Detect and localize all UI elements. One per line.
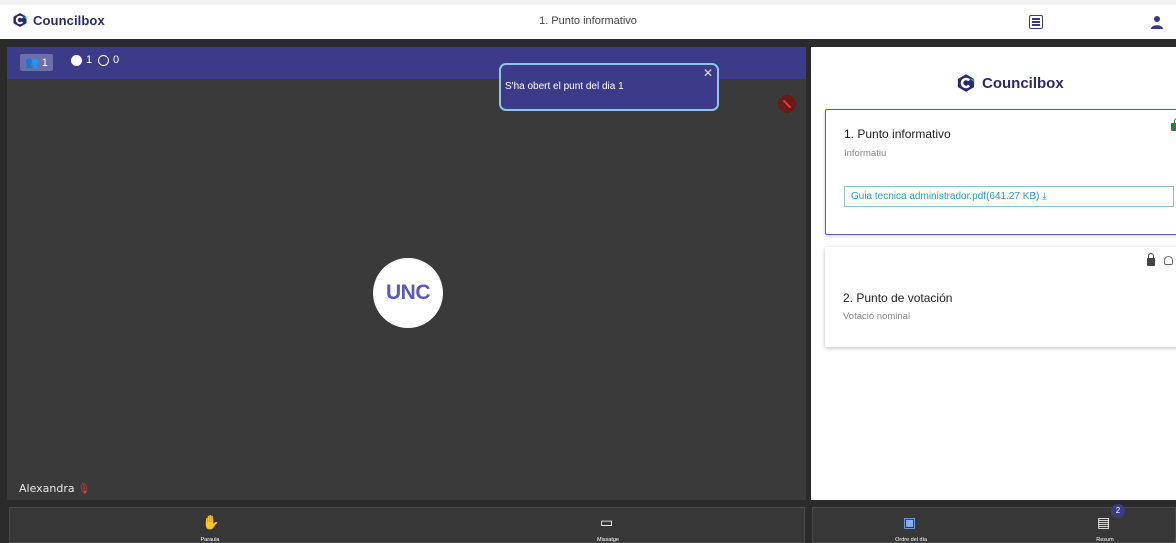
message-icon: ▭ [600,514,614,530]
user-icon[interactable] [1150,15,1164,29]
guests-count: 0 [98,54,119,66]
agenda-item-title: 1. Punto informativo [844,127,951,141]
participant-avatar: UNC [373,258,443,328]
users-icon: 👥 [25,57,39,69]
notification-badge: 2 [1111,504,1125,518]
page-title: 1. Punto informativo [539,15,637,27]
left-actions: ✋ Paraula ▭ Missatge [9,507,805,543]
agenda-item-title: 2. Punto de votación [843,291,953,305]
agenda-button[interactable]: ▣ Ordre del dia [881,508,941,543]
online-count: 1 [71,54,92,66]
online-count-value: 1 [86,54,93,66]
hand-icon: ✋ [202,514,220,530]
guests-count-value: 0 [113,54,120,66]
panel-brand-logo: Councilbox [956,73,1064,93]
notification-toast: S'ha obert el punt del dia 1 ✕ [499,63,719,111]
bottom-toolbar: ✋ Paraula ▭ Missatge ▣ Ordre del dia ▤ 2… [0,500,1176,543]
notification-text: S'ha obert el punt del dia 1 [505,81,624,92]
vote-icon [1164,256,1173,265]
calendar-icon: ▣ [903,514,917,530]
agenda-item-1[interactable]: 1. Punto informativo Informatiu Guia tec… [825,109,1176,235]
video-area: 👥 1 1 0 S'ha obert el punt del dia 1 ✕ U… [7,47,806,500]
participant-name: Alexandra [19,482,75,495]
right-actions: ▣ Ordre del dia ▤ 2 Resum [812,504,1176,543]
message-label: Missatge [596,537,619,543]
attachment-link[interactable]: Guia tecnica administrador.pdf(641.27 KB… [844,186,1174,207]
agenda-item-type: Informatiu [844,148,887,159]
agenda-item-2[interactable]: 2. Punto de votación Votació nominal [825,247,1176,347]
top-bar: Councilbox 1. Punto informativo [0,0,1176,39]
raise-hand-button[interactable]: ✋ Paraula [180,508,240,543]
summary-button[interactable]: ▤ 2 Resum [1075,504,1135,543]
globe-icon [71,54,82,66]
close-icon[interactable]: ✕ [703,66,713,80]
attachment-name: Guia tecnica administrador.pdf(641.27 KB… [851,191,1040,202]
lock-icon [1147,253,1155,266]
document-icon: ▤ [1097,514,1111,530]
agenda-panel: Councilbox 1. Punto informativo Informat… [811,47,1176,500]
councilbox-logo-icon [957,74,975,92]
unlocked-icon [1171,118,1176,131]
smile-icon [98,54,109,66]
list-icon[interactable] [1029,15,1043,29]
summary-label: Resum [1096,537,1114,543]
avatar-text: UNC [386,281,431,304]
agenda-item-type: Votació nominal [843,311,911,322]
muted-speaker-icon[interactable] [778,95,796,113]
panel-brand-name: Councilbox [982,74,1064,92]
participant-label: Alexandra 🎙 [19,482,90,495]
download-icon: ⤓ [1042,191,1047,202]
agenda-label: Ordre del dia [895,537,927,543]
mic-off-icon: 🎙 [77,484,91,495]
participants-count-value: 1 [41,57,48,69]
message-button[interactable]: ▭ Missatge [578,508,638,543]
raise-hand-label: Paraula [200,537,220,543]
participants-count[interactable]: 👥 1 [20,54,53,71]
